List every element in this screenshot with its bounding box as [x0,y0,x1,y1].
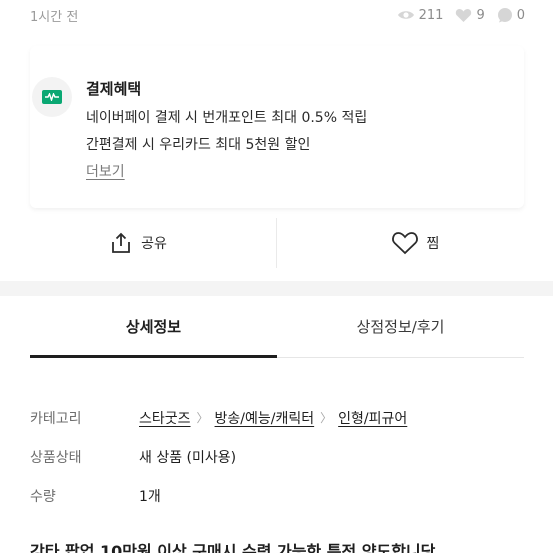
share-button[interactable]: 공유 [0,218,276,268]
chat-bubble-icon [497,8,512,23]
chevron-right-icon: 〉 [320,411,333,425]
share-label: 공유 [141,236,167,252]
detail-tabs: 상세정보 상점정보/후기 [30,296,524,358]
eye-icon [397,11,414,19]
condition-row: 상품상태 새 상품 (미사용) [30,437,524,476]
product-description: 강타 팝업 10만원 이상 구매시 수령 가능한 특전 양도합니당 [30,542,436,553]
quantity-value: 1개 [139,488,161,505]
heart-outline-icon [391,232,418,255]
category-breadcrumb: 스타굿즈 〉 방송/예능/캐릭터 〉 인형/피규어 [139,408,407,428]
category-crumb-3[interactable]: 인형/피규어 [338,408,407,428]
chats-count: 0 [516,7,525,23]
likes-stat: 9 [455,7,485,23]
heart-icon [456,8,472,22]
npay-icon [42,90,62,104]
section-divider [0,281,553,296]
likes-count: 9 [476,7,485,23]
stats: 211 9 0 [391,7,525,23]
wish-label: 찜 [426,236,440,252]
benefit-title: 결제혜택 [86,80,142,98]
benefit-icon-wrap [32,77,72,117]
tab-product-info[interactable]: 상세정보 [30,296,277,358]
quantity-label: 수량 [30,488,56,505]
views-stat: 211 [397,7,444,23]
category-crumb-1[interactable]: 스타굿즈 [139,408,191,428]
action-bar: 공유 찜 [0,218,553,268]
meta-row: 1시간 전 211 9 0 [30,4,525,26]
share-icon [112,232,131,253]
category-crumb-2[interactable]: 방송/예능/캐릭터 [215,408,315,428]
condition-value: 새 상품 (미사용) [139,449,237,466]
wish-button[interactable]: 찜 [277,218,553,268]
time-ago: 1시간 전 [30,9,79,25]
payment-benefit-card: 결제혜택 네이버페이 결제 시 번개포인트 최대 0.5% 적립 간편결제 시 … [30,46,524,208]
more-link[interactable]: 더보기 [86,161,125,181]
product-info: 카테고리 스타굿즈 〉 방송/예능/캐릭터 〉 인형/피규어 상품상태 새 상품… [30,398,524,515]
quantity-row: 수량 1개 [30,476,524,515]
benefit-card-line: 간편결제 시 우리카드 최대 5천원 할인 [86,137,311,153]
category-label: 카테고리 [30,410,82,427]
chats-stat: 0 [497,7,525,23]
chevron-right-icon: 〉 [196,411,209,425]
benefit-naverpay-line: 네이버페이 결제 시 번개포인트 최대 0.5% 적립 [86,110,368,126]
product-detail-page: 1시간 전 211 9 0 결제혜택 네이버페이 결제 시 번개포인트 최대 0… [0,0,553,553]
views-count: 211 [418,7,444,23]
category-row: 카테고리 스타굿즈 〉 방송/예능/캐릭터 〉 인형/피규어 [30,398,524,437]
tab-shop-info[interactable]: 상점정보/후기 [277,296,524,357]
condition-label: 상품상태 [30,449,82,466]
